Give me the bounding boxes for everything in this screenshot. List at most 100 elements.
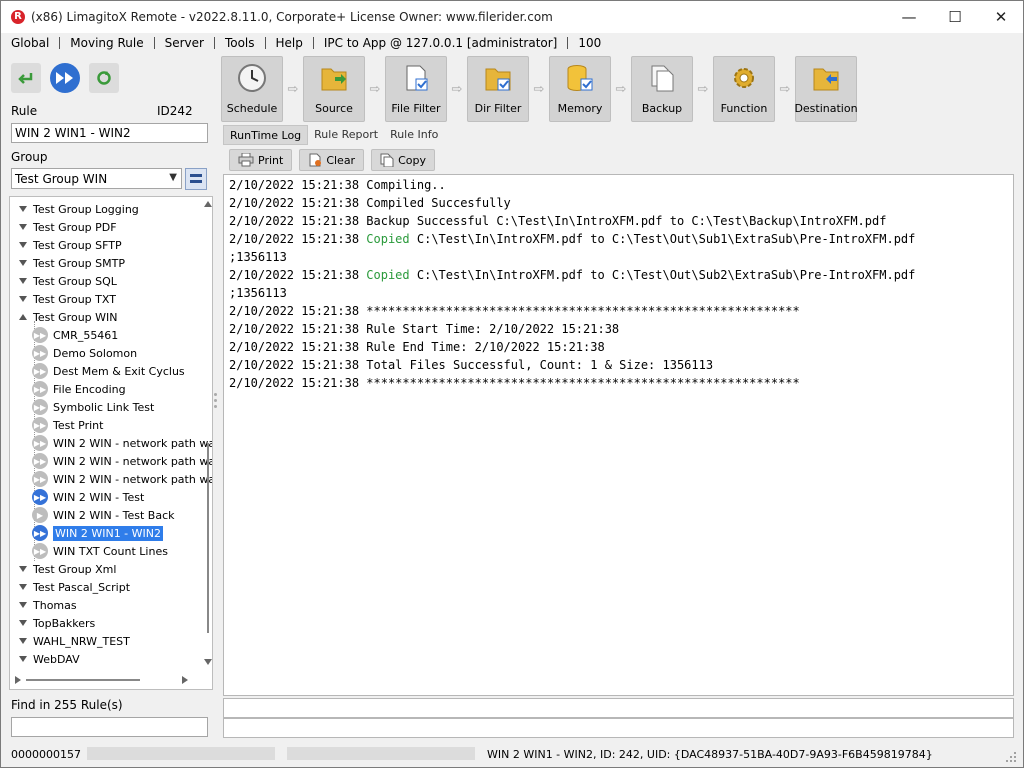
rule-idle-icon: ▶ bbox=[32, 507, 48, 523]
backup-label: Backup bbox=[641, 102, 683, 115]
rule-label: CMR_55461 bbox=[53, 328, 119, 342]
tab-rule-report[interactable]: Rule Report bbox=[308, 125, 384, 145]
file-filter-button[interactable]: File Filter bbox=[385, 56, 447, 122]
tab-runtime-log[interactable]: RunTime Log bbox=[223, 125, 309, 145]
menu-ipc-connection[interactable]: IPC to App @ 127.0.0.1 [administrator] bbox=[314, 36, 568, 50]
clear-button[interactable]: Clear bbox=[299, 149, 365, 171]
schedule-button[interactable]: Schedule bbox=[221, 56, 283, 122]
menu-global[interactable]: Global bbox=[1, 36, 59, 50]
flow-arrow-icon: ⇨ bbox=[451, 81, 463, 97]
collapsed-toggle-icon bbox=[19, 656, 27, 662]
tree-group[interactable]: Test Pascal_Script bbox=[19, 578, 130, 596]
resize-grip-icon[interactable] bbox=[1005, 751, 1017, 763]
status-rule-info: WIN 2 WIN1 - WIN2, ID: 242, UID: {DAC489… bbox=[487, 748, 933, 761]
menu-tools[interactable]: Tools bbox=[215, 36, 265, 50]
menu-server[interactable]: Server bbox=[155, 36, 214, 50]
tree-group[interactable]: TopBakkers bbox=[19, 614, 95, 632]
rule-name-field[interactable]: WIN 2 WIN1 - WIN2 bbox=[11, 123, 208, 143]
tree-rule[interactable]: ▶ WIN 2 WIN - Test Back bbox=[32, 506, 175, 524]
copy-button[interactable]: Copy bbox=[371, 149, 435, 171]
info-field-1[interactable] bbox=[223, 698, 1014, 718]
rule-active-icon: ▶▶ bbox=[32, 525, 48, 541]
tree-group[interactable]: Thomas bbox=[19, 596, 77, 614]
close-button[interactable]: ✕ bbox=[978, 1, 1024, 33]
rule-id: ID242 bbox=[157, 104, 193, 118]
tree-group[interactable]: Test Group Logging bbox=[19, 200, 139, 218]
group-label: Test Group PDF bbox=[33, 220, 117, 234]
source-label: Source bbox=[315, 102, 353, 115]
group-label: Test Pascal_Script bbox=[33, 580, 131, 594]
tree-rule[interactable]: ▶▶ Dest Mem & Exit Cyclus bbox=[32, 362, 185, 380]
collapsed-toggle-icon bbox=[19, 584, 27, 590]
tree-rule[interactable]: ▶▶ WIN 2 WIN - Test bbox=[32, 488, 144, 506]
collapsed-toggle-icon bbox=[19, 278, 27, 284]
collapsed-toggle-icon bbox=[19, 206, 27, 212]
tree-rule[interactable]: ▶▶ CMR_55461 bbox=[32, 326, 118, 344]
rule-tree[interactable]: Test Group Logging Test Group PDF Test G… bbox=[9, 196, 213, 690]
chevron-down-icon: ▼ bbox=[169, 172, 177, 183]
tree-rule[interactable]: ▶▶ Test Print bbox=[32, 416, 103, 434]
dir-filter-button[interactable]: Dir Filter bbox=[467, 56, 529, 122]
group-select[interactable]: Test Group WIN ▼ bbox=[11, 168, 182, 189]
tree-rule[interactable]: ▶▶ WIN 2 WIN - network path wa bbox=[32, 434, 212, 452]
splitter-handle[interactable] bbox=[214, 393, 218, 411]
rule-idle-icon: ▶▶ bbox=[32, 381, 48, 397]
tree-rule[interactable]: ▶▶ File Encoding bbox=[32, 380, 126, 398]
source-button[interactable]: Source bbox=[303, 56, 365, 122]
rule-label: Demo Solomon bbox=[53, 346, 138, 360]
tree-group[interactable]: Test Group TXT bbox=[19, 290, 116, 308]
documents-copy-icon bbox=[651, 65, 674, 92]
tab-rule-info[interactable]: Rule Info bbox=[384, 125, 444, 145]
group-label: Test Group SQL bbox=[33, 274, 117, 288]
tree-rule[interactable]: ▶▶ Symbolic Link Test bbox=[32, 398, 154, 416]
tree-rule[interactable]: ▶▶ WIN 2 WIN - network path wa bbox=[32, 470, 212, 488]
info-field-2[interactable] bbox=[223, 718, 1014, 738]
tree-rule-selected[interactable]: ▶▶ WIN 2 WIN1 - WIN2 bbox=[32, 524, 163, 542]
tree-group[interactable]: Test Group PDF bbox=[19, 218, 117, 236]
back-button[interactable] bbox=[11, 63, 41, 93]
maximize-button[interactable]: ☐ bbox=[932, 1, 978, 33]
log-line: ;1356113 bbox=[229, 286, 287, 300]
runtime-log[interactable]: 2/10/2022 15:21:38 Compiling.. 2/10/2022… bbox=[223, 174, 1014, 696]
memory-button[interactable]: Memory bbox=[549, 56, 611, 122]
flow-arrow-icon: ⇨ bbox=[369, 81, 381, 97]
tree-group[interactable]: Test Group Xml bbox=[19, 560, 116, 578]
backup-button[interactable]: Backup bbox=[631, 56, 693, 122]
file-filter-label: File Filter bbox=[391, 102, 441, 115]
group-label: Test Group Xml bbox=[33, 562, 117, 576]
function-label: Function bbox=[720, 102, 768, 115]
app-window: R (x86) LimagitoX Remote - v2022.8.11.0,… bbox=[0, 0, 1024, 768]
copy-icon bbox=[380, 153, 394, 167]
refresh-button[interactable] bbox=[89, 63, 119, 93]
memory-label: Memory bbox=[557, 102, 603, 115]
collapsed-toggle-icon bbox=[19, 620, 27, 626]
function-button[interactable]: Function bbox=[713, 56, 775, 122]
tree-rule[interactable]: ▶▶ WIN 2 WIN - network path wa bbox=[32, 452, 212, 470]
log-line: 2/10/2022 15:21:38 Compiled Succesfully bbox=[229, 196, 511, 210]
group-menu-button[interactable] bbox=[185, 168, 207, 190]
tree-rule[interactable]: ▶▶ WIN TXT Count Lines bbox=[32, 542, 168, 560]
tree-horizontal-scrollbar[interactable] bbox=[10, 671, 202, 689]
tree-group[interactable]: WebDAV bbox=[19, 650, 80, 668]
status-progress-2 bbox=[287, 747, 475, 760]
group-label: Test Group SFTP bbox=[33, 238, 122, 252]
tree-group[interactable]: Test Group SMTP bbox=[19, 254, 125, 272]
minimize-button[interactable]: — bbox=[886, 1, 932, 33]
find-input[interactable] bbox=[11, 717, 208, 737]
group-select-value: Test Group WIN bbox=[15, 172, 108, 186]
tree-group[interactable]: WAHL_NRW_TEST bbox=[19, 632, 130, 650]
menu-help[interactable]: Help bbox=[266, 36, 313, 50]
print-button[interactable]: Print bbox=[229, 149, 293, 171]
tree-rule[interactable]: ▶▶ Demo Solomon bbox=[32, 344, 137, 362]
log-line: 2/10/2022 15:21:38 Compiling.. bbox=[229, 178, 446, 192]
menu-interval-value[interactable]: 100 bbox=[568, 36, 611, 50]
menu-moving-rule[interactable]: Moving Rule bbox=[60, 36, 153, 50]
flow-arrow-icon: ⇨ bbox=[615, 81, 627, 97]
tree-group[interactable]: Test Group SFTP bbox=[19, 236, 122, 254]
status-counter: 0000000157 bbox=[11, 748, 81, 761]
copy-label: Copy bbox=[398, 153, 426, 167]
destination-button[interactable]: Destination bbox=[794, 56, 858, 122]
tree-vertical-scrollbar[interactable] bbox=[203, 197, 213, 671]
tree-group[interactable]: Test Group SQL bbox=[19, 272, 117, 290]
run-all-button[interactable] bbox=[50, 63, 80, 93]
